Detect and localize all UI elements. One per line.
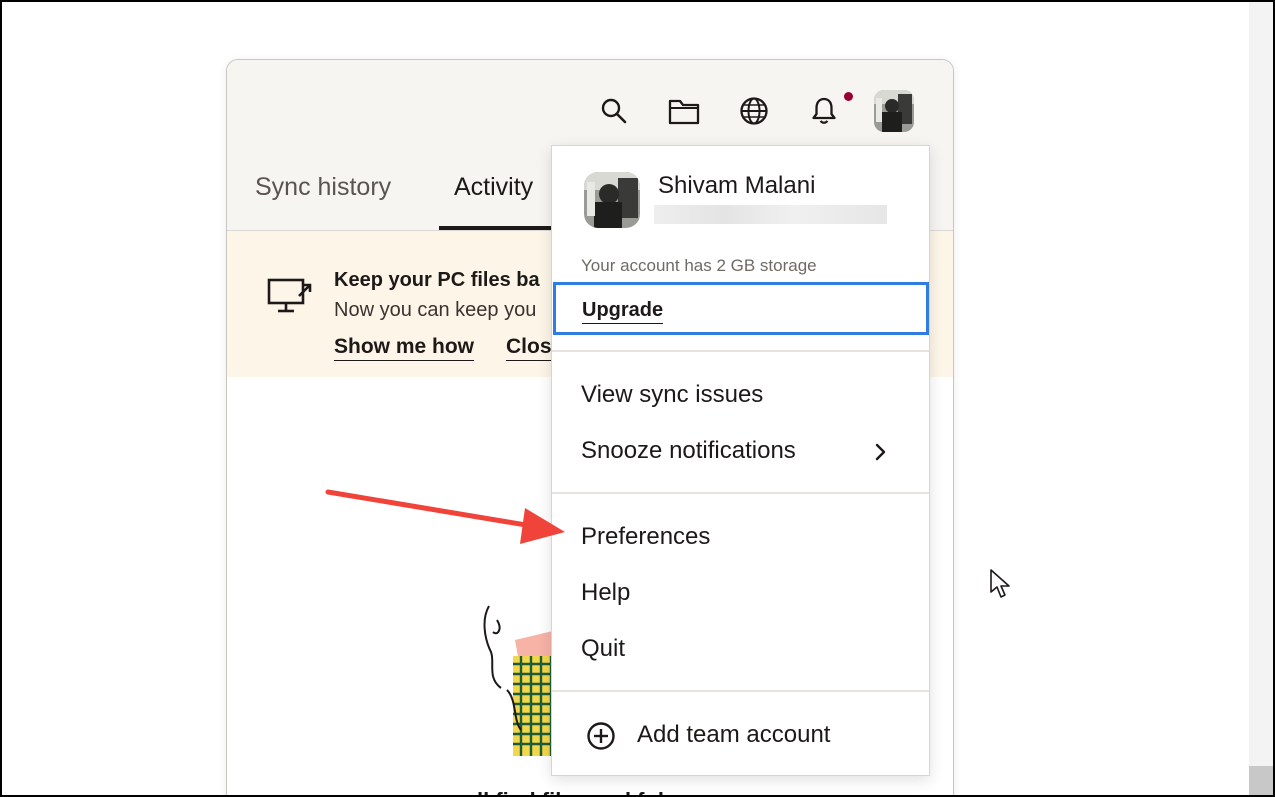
menu-avatar: [584, 172, 640, 228]
preferences-item[interactable]: Preferences: [581, 523, 710, 551]
empty-state-text: ll find files and fol: [477, 788, 664, 797]
add-team-account-item[interactable]: Add team account: [637, 721, 830, 749]
account-menu: Shivam Malani Your account has 2 GB stor…: [551, 145, 930, 776]
globe-icon[interactable]: [737, 94, 771, 128]
quit-item[interactable]: Quit: [581, 635, 625, 663]
chevron-right-icon: [874, 442, 888, 467]
help-item[interactable]: Help: [581, 579, 630, 607]
storage-info: Your account has 2 GB storage: [581, 256, 817, 275]
account-avatar-button[interactable]: [874, 90, 914, 132]
notification-dot: [844, 92, 853, 101]
page-scrollbar[interactable]: [1249, 2, 1273, 795]
view-sync-issues-item[interactable]: View sync issues: [581, 381, 763, 409]
upgrade-button[interactable]: Upgrade: [582, 299, 664, 324]
close-banner-link[interactable]: Clos: [506, 335, 552, 361]
banner-title: Keep your PC files ba: [334, 269, 540, 291]
folder-icon[interactable]: [667, 94, 701, 128]
plus-circle-icon: [586, 721, 616, 756]
snooze-notifications-item[interactable]: Snooze notifications: [581, 437, 796, 465]
blurred-email: [654, 205, 887, 224]
mouse-cursor-icon: [989, 568, 1011, 605]
active-tab-indicator: [439, 226, 557, 230]
computer-sync-icon: [267, 276, 313, 321]
red-annotation-arrow: [320, 480, 570, 555]
upgrade-highlight-box[interactable]: Upgrade: [553, 282, 929, 335]
tab-sync-history[interactable]: Sync history: [255, 173, 391, 202]
menu-divider: [552, 690, 929, 692]
menu-divider: [552, 350, 929, 352]
search-icon[interactable]: [597, 94, 631, 128]
empty-state-illustration: [477, 600, 557, 785]
user-name: Shivam Malani: [658, 172, 816, 199]
banner-text: Now you can keep you: [334, 299, 537, 321]
show-me-how-link[interactable]: Show me how: [334, 335, 475, 361]
tab-activity[interactable]: Activity: [454, 173, 533, 202]
bell-icon[interactable]: [807, 94, 841, 128]
menu-divider: [552, 492, 929, 494]
scrollbar-thumb[interactable]: [1249, 766, 1273, 795]
